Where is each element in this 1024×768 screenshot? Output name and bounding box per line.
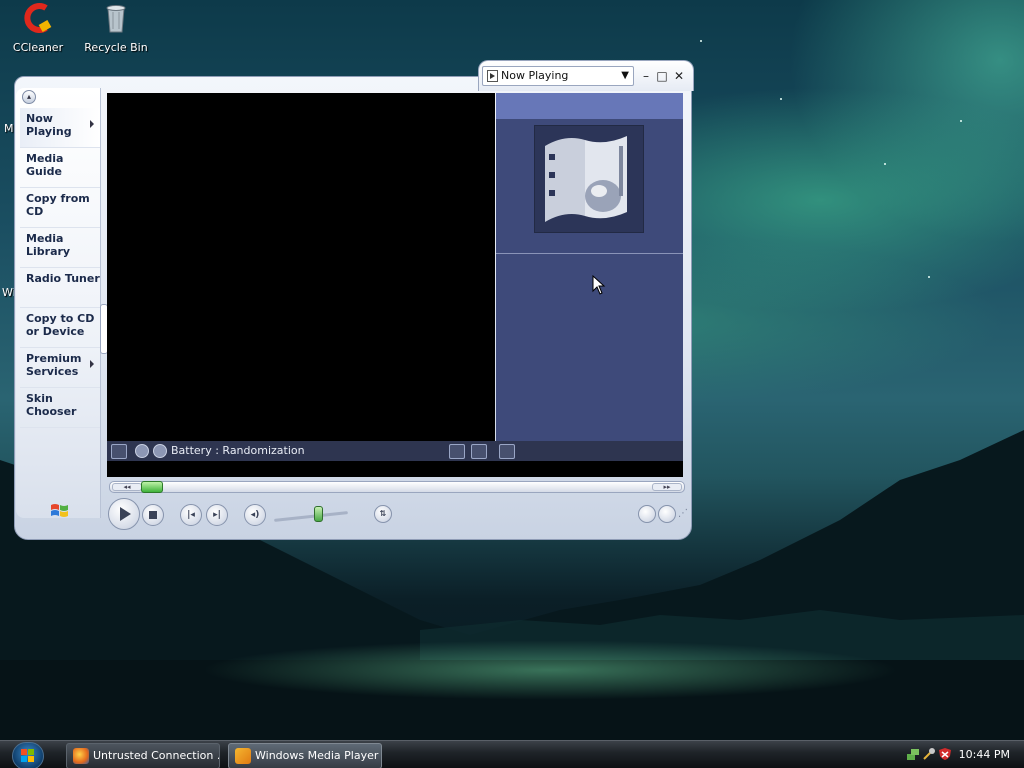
- speaker-icon: ◂): [250, 510, 260, 520]
- desktop-icon-ccleaner[interactable]: CCleaner: [2, 2, 74, 54]
- shuffle-button[interactable]: ⇅: [374, 505, 392, 523]
- media-player-icon: [235, 748, 251, 764]
- taskbar-item-copy-to-cd[interactable]: Copy to CD or Device: [20, 308, 100, 348]
- media-player-window: Now Playing ▼ – □ ✕ ▴ Now Playing Media …: [14, 60, 694, 540]
- start-button[interactable]: [12, 742, 44, 768]
- star: [780, 98, 782, 100]
- show-hide-playlist-icon[interactable]: [111, 444, 127, 459]
- taskbar-item-label: Radio Tuner: [26, 272, 100, 285]
- security-shield-icon[interactable]: [938, 747, 952, 761]
- taskbar-item-label: Now Playing: [26, 112, 72, 138]
- windows-logo-icon: [51, 504, 68, 517]
- recycle-bin-icon: [106, 5, 126, 33]
- info-bar: Battery : Randomization: [107, 441, 683, 461]
- media-placeholder-art: [534, 125, 644, 233]
- play-button[interactable]: [108, 498, 140, 530]
- maximize-button[interactable]: □: [656, 70, 668, 82]
- taskbar-item-label: Premium Services: [26, 352, 82, 378]
- fullscreen-icon[interactable]: [471, 444, 487, 459]
- taskbar-item-now-playing[interactable]: Now Playing: [20, 108, 100, 148]
- ccleaner-icon: [24, 3, 52, 33]
- network-icon[interactable]: [906, 747, 920, 761]
- windows-logo-icon: [21, 749, 34, 762]
- desktop-icon-label: Recycle Bin: [84, 41, 148, 54]
- taskbar-button-media-player[interactable]: Windows Media Player: [228, 743, 382, 768]
- taskbar-button-label: Untrusted Connection ...: [93, 749, 220, 762]
- star: [884, 163, 886, 165]
- star: [928, 276, 930, 278]
- star: [700, 40, 702, 42]
- desktop: CCleaner Recycle Bin Mi Wi Now Playing ▼…: [0, 0, 1024, 768]
- equalizer-button[interactable]: [638, 505, 656, 523]
- clock[interactable]: 10:44 PM: [959, 741, 1010, 768]
- volume-slider[interactable]: [274, 511, 348, 522]
- view-options-icon[interactable]: [449, 444, 465, 459]
- fast-forward-button[interactable]: ▸▸: [652, 483, 682, 491]
- taskbar-item-media-guide[interactable]: Media Guide: [20, 148, 100, 188]
- next-visualization-icon[interactable]: [153, 444, 167, 458]
- taskbar-item-label: Copy from CD: [26, 192, 90, 218]
- taskbar-item-label: Skin Chooser: [26, 392, 77, 418]
- menu-toggle-icon[interactable]: ▴: [22, 90, 36, 104]
- taskbar-item-label: Media Library: [26, 232, 71, 258]
- taskbar-button-firefox[interactable]: Untrusted Connection ...: [66, 743, 220, 768]
- next-icon: ▸|: [213, 510, 221, 520]
- minimize-button[interactable]: –: [640, 70, 652, 82]
- chevron-down-icon: ▼: [621, 70, 629, 81]
- chevron-right-icon: [90, 360, 94, 368]
- taskbar-item-media-library[interactable]: Media Library: [20, 228, 100, 268]
- playlist-header: [496, 93, 683, 119]
- visualization-name: Battery : Randomization: [171, 444, 305, 457]
- tools-icon[interactable]: [922, 747, 936, 761]
- desktop-icon-label: CCleaner: [12, 41, 64, 54]
- chevron-right-icon: [90, 120, 94, 128]
- now-playing-dropdown[interactable]: Now Playing ▼: [482, 66, 634, 86]
- playlist-options-icon[interactable]: [499, 444, 515, 459]
- previous-visualization-icon[interactable]: [135, 444, 149, 458]
- taskbar-item-label: Media Guide: [26, 152, 64, 178]
- seek-bar[interactable]: ◂◂ ▸▸: [109, 481, 685, 493]
- pane-divider: [496, 253, 683, 254]
- star: [960, 120, 962, 122]
- previous-icon: |◂: [187, 510, 195, 520]
- now-playing-dropdown-label: Now Playing: [501, 69, 569, 82]
- desktop-icon-recycle-bin[interactable]: Recycle Bin: [80, 2, 152, 54]
- volume-thumb[interactable]: [314, 506, 323, 522]
- playlist-pane: [496, 93, 683, 441]
- taskbar-item-premium-services[interactable]: Premium Services: [20, 348, 100, 388]
- taskbar-item-radio-tuner[interactable]: Radio Tuner: [20, 268, 100, 308]
- mini-mode-button[interactable]: [658, 505, 676, 523]
- features-taskbar: ▴ Now Playing Media Guide Copy from CD M…: [16, 88, 101, 518]
- resize-grip-icon[interactable]: ⋰: [678, 508, 690, 520]
- next-button[interactable]: ▸|: [206, 504, 228, 526]
- lake-reflection: [200, 640, 900, 700]
- video-display[interactable]: [107, 93, 495, 441]
- previous-button[interactable]: |◂: [180, 504, 202, 526]
- system-tray: 10:44 PM: [894, 741, 1024, 768]
- close-button[interactable]: ✕: [673, 70, 685, 82]
- status-strip: [107, 461, 683, 477]
- mute-button[interactable]: ◂): [244, 504, 266, 526]
- taskbar-button-label: Windows Media Player: [255, 749, 379, 762]
- rewind-button[interactable]: ◂◂: [112, 483, 142, 491]
- firefox-icon: [73, 748, 89, 764]
- taskbar-item-skin-chooser[interactable]: Skin Chooser: [20, 388, 100, 428]
- taskbar-item-label: Copy to CD or Device: [26, 312, 95, 338]
- mouse-cursor-icon: [592, 275, 606, 295]
- stop-button[interactable]: [142, 504, 164, 526]
- shuffle-icon: ⇅: [379, 509, 387, 518]
- taskbar: Untrusted Connection ... Windows Media P…: [0, 740, 1024, 768]
- play-document-icon: [487, 70, 498, 82]
- transport-controls: |◂ ▸| ◂) ⇅ ⋰: [108, 496, 688, 532]
- seek-thumb[interactable]: [140, 481, 163, 493]
- taskbar-item-copy-from-cd[interactable]: Copy from CD: [20, 188, 100, 228]
